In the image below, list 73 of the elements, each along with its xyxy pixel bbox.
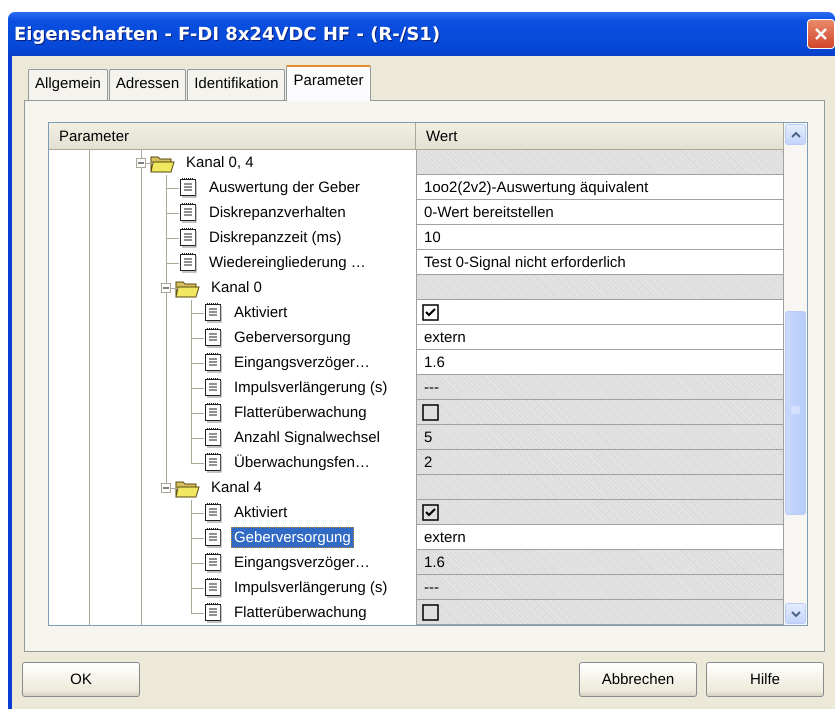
value-cell[interactable]: Test 0-Signal nicht erforderlich [416, 250, 784, 275]
tree-item[interactable]: Aktiviert [231, 302, 290, 323]
scrollbar[interactable] [784, 123, 807, 625]
help-button[interactable]: Hilfe [706, 662, 824, 697]
value-cell[interactable]: 0-Wert bereitstellen [416, 200, 784, 225]
tab[interactable]: Identifikation [187, 69, 286, 100]
column-header[interactable]: Parameter [49, 123, 416, 149]
tree-item[interactable]: Geberversorgung [231, 327, 354, 348]
scroll-up-button[interactable] [785, 124, 806, 145]
parameter-icon [204, 552, 223, 573]
value-cell[interactable]: 2 [416, 450, 784, 475]
value-cell[interactable]: 5 [416, 425, 784, 450]
tree-item[interactable]: Geberversorgung [231, 527, 354, 548]
parameter-icon [204, 427, 223, 448]
tree-item[interactable]: Diskrepanzverhalten [206, 202, 349, 223]
value-cell[interactable]: 10 [416, 225, 784, 250]
parameter-icon [179, 177, 198, 198]
parameter-icon [204, 502, 223, 523]
chevron-down-icon[interactable] [790, 608, 802, 618]
value-cell[interactable]: --- [416, 375, 784, 400]
tree-item[interactable]: Flatterüberwachung [231, 602, 370, 623]
tree-item[interactable]: Impulsverlängerung (s) [231, 377, 390, 398]
tree-item[interactable]: Aktiviert [231, 502, 290, 523]
tree-item[interactable]: Diskrepanzzeit (ms) [206, 227, 345, 248]
tree-item[interactable]: Anzahl Signalwechsel [231, 427, 383, 448]
column-header[interactable]: Wert [416, 123, 784, 149]
checkbox[interactable] [422, 504, 439, 520]
value-cell[interactable]: 1oo2(2v2)-Auswertung äquivalent [416, 175, 784, 200]
value-cell[interactable]: --- [416, 575, 784, 600]
window-title: Eigenschaften - F-DI 8x24VDC HF - (R-/S1) [14, 24, 442, 44]
checkbox[interactable] [422, 404, 439, 420]
parameter-icon [204, 527, 223, 548]
tab[interactable]: Adressen [108, 69, 186, 100]
grip-icon[interactable] [791, 406, 800, 414]
collapse-icon[interactable] [161, 482, 171, 492]
scroll-thumb[interactable] [785, 311, 806, 515]
value-cell[interactable]: extern [416, 525, 784, 550]
tree-item[interactable]: Eingangsverzöger… [231, 352, 373, 373]
parameter-icon [179, 202, 198, 223]
parameter-icon [204, 577, 223, 598]
tree-item[interactable]: Impulsverlängerung (s) [231, 577, 390, 598]
tree-item[interactable]: Wiedereingliederung … [206, 252, 369, 273]
tab[interactable]: Parameter [286, 65, 371, 101]
checkbox[interactable] [422, 304, 439, 320]
parameter-icon [179, 227, 198, 248]
tab[interactable]: Allgemein [28, 69, 108, 100]
ok-button[interactable]: OK [22, 662, 140, 697]
tree-item[interactable]: Kanal 0 [208, 277, 265, 298]
parameter-icon [179, 252, 198, 273]
parameter-icon [204, 327, 223, 348]
tree-item[interactable]: Kanal 4 [208, 477, 265, 498]
parameter-icon [204, 302, 223, 323]
collapse-icon[interactable] [161, 282, 171, 292]
tree-item[interactable]: Eingangsverzöger… [231, 552, 373, 573]
chevron-up-icon[interactable] [790, 130, 802, 140]
checkbox[interactable] [422, 604, 439, 620]
close-button[interactable] [807, 19, 835, 49]
parameter-icon [204, 377, 223, 398]
close-icon[interactable] [813, 26, 829, 42]
tree-item[interactable]: Flatterüberwachung [231, 402, 370, 423]
parameter-icon [204, 352, 223, 373]
collapse-icon[interactable] [136, 158, 146, 168]
tree-item[interactable]: Auswertung der Geber [206, 177, 363, 198]
parameter-icon [204, 452, 223, 473]
value-cell[interactable]: 1.6 [416, 350, 784, 375]
value-cell[interactable]: 1.6 [416, 550, 784, 575]
value-cell[interactable]: extern [416, 325, 784, 350]
parameter-icon [204, 602, 223, 623]
scroll-down-button[interactable] [785, 603, 806, 624]
parameter-icon [204, 402, 223, 423]
tree-item[interactable]: Überwachungsfen… [231, 452, 373, 473]
tree-item[interactable]: Kanal 0, 4 [183, 152, 257, 173]
cancel-button[interactable]: Abbrechen [579, 662, 697, 697]
